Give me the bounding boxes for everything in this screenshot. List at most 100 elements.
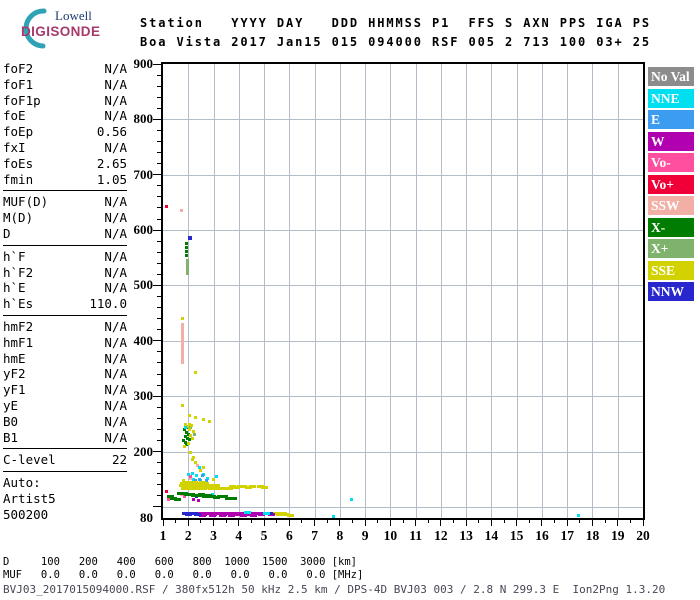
gridline-vertical [289,64,291,518]
x-axis-tick-label: 7 [311,528,318,543]
x-axis-tick [541,520,543,526]
color-legend: No Val NNE E W Vo- Vo+ SSW X- X+ SSE NNW [648,67,694,304]
echo-point [198,465,202,469]
y-axis-minor-tick [157,473,161,475]
x-axis-tick [288,520,290,526]
param-value: N/A [104,413,127,429]
echo-point [215,474,219,478]
y-axis-minor-tick [157,185,161,187]
digisonde-ionogram-screen: Lowell DIGISONDE Station YYYY DAY DDD HH… [0,0,700,600]
param-row: foF1 N/A [3,77,127,93]
echo-point [243,510,251,514]
y-axis-tick-label: 700 [133,166,154,182]
x-axis-tick-label: 17 [560,528,574,543]
echo-point [183,444,187,448]
x-axis-tick-label: 20 [636,528,650,543]
x-axis-minor-tick [175,520,177,523]
gridline-vertical [390,64,392,518]
param-value: N/A [104,139,127,155]
echo-point [262,512,270,516]
logo-text-lowell: Lowell [55,8,92,23]
y-axis-tick [153,340,161,342]
gridline-vertical [213,64,215,518]
separator-line [3,448,127,450]
param-label: D [3,225,11,241]
y-axis-tick-label: 600 [133,222,154,238]
x-axis-tick-label: 16 [535,528,549,543]
param-label: foE [3,108,26,124]
gridline-horizontal [163,506,643,508]
echo-point [189,474,193,478]
x-axis-minor-tick [554,520,556,523]
param-row: h`E N/A [3,280,127,296]
y-axis-minor-tick [157,196,161,198]
param-label: h`Es [3,296,34,312]
station-header: Station YYYY DAY DDD HHMMSS P1 FFS S AXN… [140,14,651,52]
y-axis-tick [153,229,161,231]
echo-point [208,514,216,518]
gridline-horizontal [163,451,643,453]
y-axis-tick-label: 80 [140,510,153,525]
x-axis-tick [440,520,442,526]
x-axis-minor-tick [225,520,227,523]
param-label: 500200 [3,506,49,522]
x-axis-tick-label: 12 [434,528,448,543]
param-row: h`F2 N/A [3,265,127,281]
x-axis-tick [490,520,492,526]
param-value: N/A [104,76,127,92]
x-axis-tick [213,520,215,526]
x-axis-tick [617,520,619,526]
param-label: hmF1 [3,334,34,350]
y-axis-minor-tick [157,152,161,154]
echo-point [166,498,170,502]
echo-point [185,268,189,276]
gridline-vertical [440,64,442,518]
echo-point [184,426,188,430]
x-axis-tick-label: 19 [610,528,625,543]
legend-item-x-: X- [648,217,694,237]
param-row: foEp 0.56 [3,124,127,140]
y-axis-minor-tick [157,85,161,87]
param-label: hmF2 [3,318,34,334]
y-axis-tick-label: 200 [133,443,154,459]
param-row: fmin 1.05 [3,172,127,188]
param-row: yF1 N/A [3,382,127,398]
y-axis-tick [153,174,161,176]
echo-point [201,417,205,421]
gridline-horizontal [163,119,643,121]
param-label: M(D) [3,210,34,226]
x-axis-tick [389,520,391,526]
echo-point [230,497,238,501]
param-label: foEp [3,124,34,140]
param-row: yF2 N/A [3,366,127,382]
param-row: D N/A [3,226,127,242]
y-axis-minor-tick [157,484,161,486]
gridline-vertical [592,64,594,518]
x-axis-minor-tick [377,520,379,523]
x-axis-minor-tick [326,520,328,523]
lowell-digisonde-logo: Lowell DIGISONDE [8,5,126,51]
x-axis-tick-label: 15 [509,528,524,543]
x-axis-minor-tick [351,520,353,523]
echo-point [184,253,188,257]
echo-point [180,209,184,213]
x-axis-minor-tick [276,520,278,523]
param-row: foF1p N/A [3,93,127,109]
param-label: foF2 [3,61,34,76]
param-row: yE N/A [3,398,127,414]
x-axis-minor-tick [301,520,303,523]
param-label: B1 [3,429,19,445]
separator-line [3,244,127,246]
echo-point [196,498,200,502]
param-row: foE N/A [3,108,127,124]
param-label: foF1p [3,92,41,108]
y-axis-minor-tick [157,439,161,441]
gridline-horizontal [163,396,643,398]
x-axis-tick-label: 1 [159,528,167,543]
y-axis-minor-tick [157,96,161,98]
y-axis-tick [153,118,161,120]
legend-item-e: E [648,110,694,129]
gridline-vertical [339,64,341,518]
x-axis-tick [415,520,417,526]
legend-item-nnw: NNW [648,282,694,301]
